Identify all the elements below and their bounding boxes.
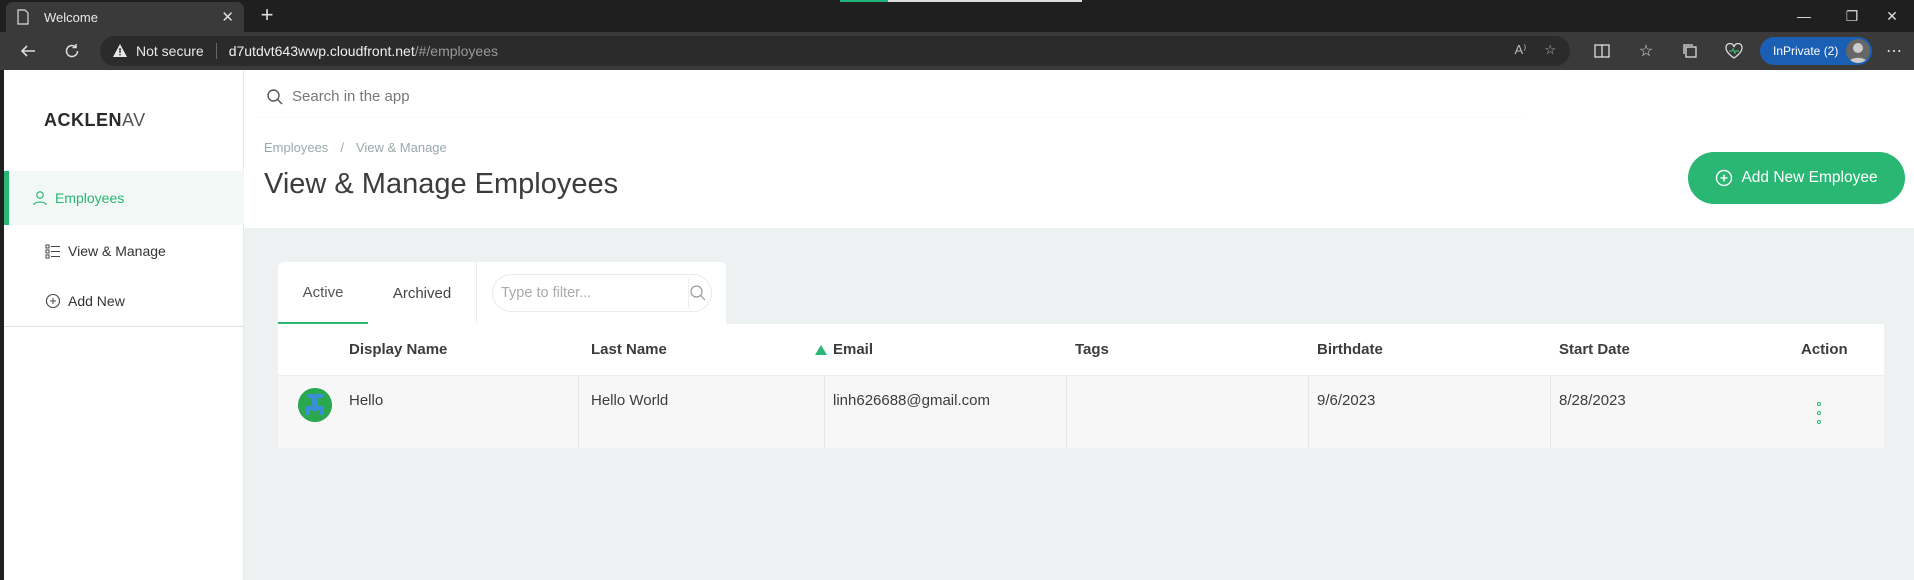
app-window: ACKLENAV Employees View & Manage Add New xyxy=(4,70,1914,580)
url-host: d7utdvt643wwp.cloudfront.net xyxy=(228,43,415,59)
filter-input[interactable] xyxy=(501,285,688,301)
breadcrumb-separator: / xyxy=(340,140,344,155)
url-path: /#/employees xyxy=(414,43,498,59)
column-header-birthdate[interactable]: Birthdate xyxy=(1317,341,1383,358)
new-tab-button[interactable]: + xyxy=(254,3,280,29)
cell-email: linh626688@gmail.com xyxy=(833,392,990,409)
read-aloud-icon[interactable]: A⁾ xyxy=(1514,42,1526,58)
back-button[interactable] xyxy=(12,36,44,66)
sidebar-item-add-new[interactable]: Add New xyxy=(4,274,244,328)
page-icon xyxy=(17,9,29,25)
user-icon xyxy=(31,189,49,207)
cell-last-name: Hello World xyxy=(591,392,669,409)
employees-table: Display Name Last Name Email Tags Birthd… xyxy=(278,324,1884,448)
inprivate-label: InPrivate (2) xyxy=(1773,44,1839,58)
sidebar-divider xyxy=(4,326,244,327)
loading-bar xyxy=(840,0,1082,2)
cell-start-date: 8/28/2023 xyxy=(1559,392,1626,409)
warning-icon xyxy=(113,44,127,57)
sidebar: ACKLENAV Employees View & Manage Add New xyxy=(4,70,244,580)
app-search-bar xyxy=(244,70,1914,130)
sort-ascending-icon[interactable] xyxy=(815,345,827,355)
plus-circle-icon xyxy=(44,292,62,310)
cell-birthdate: 9/6/2023 xyxy=(1317,392,1376,409)
cell-display-name: Hello xyxy=(349,392,384,409)
table-header: Display Name Last Name Email Tags Birthd… xyxy=(278,324,1884,376)
close-window-button[interactable]: ✕ xyxy=(1870,0,1914,32)
column-header-action: Action xyxy=(1801,341,1848,358)
sidebar-item-label: View & Manage xyxy=(68,243,166,259)
tab-archived[interactable]: Archived xyxy=(368,262,476,324)
browser-toolbar: Not secure d7utdvt643wwp.cloudfront.net /… xyxy=(0,32,1914,70)
refresh-button[interactable] xyxy=(56,36,88,66)
profile-avatar xyxy=(1846,39,1870,63)
tab-title: Welcome xyxy=(44,9,98,25)
favorite-star-icon[interactable]: ☆ xyxy=(1544,42,1556,58)
column-header-email[interactable]: Email xyxy=(833,341,873,358)
employee-avatar xyxy=(298,388,332,422)
close-tab-icon[interactable]: ✕ xyxy=(221,8,234,26)
restore-button[interactable]: ❐ xyxy=(1830,0,1874,32)
content-area: Active Archived Display Name Last Name E… xyxy=(244,228,1914,580)
app-search-input[interactable] xyxy=(292,88,1192,105)
inprivate-button[interactable]: InPrivate (2) xyxy=(1760,37,1872,65)
column-header-tags[interactable]: Tags xyxy=(1075,341,1109,358)
sidebar-item-employees[interactable]: Employees xyxy=(4,171,244,225)
split-screen-icon[interactable] xyxy=(1592,41,1612,61)
plus-circle-icon xyxy=(1716,169,1733,187)
list-icon xyxy=(44,242,62,260)
back-arrow-icon xyxy=(20,45,35,57)
tabs-card: Active Archived xyxy=(278,262,726,324)
filter-box xyxy=(492,274,712,312)
app-logo[interactable]: ACKLENAV xyxy=(44,110,147,131)
breadcrumb-view-manage: View & Manage xyxy=(355,140,447,155)
address-bar[interactable]: Not secure d7utdvt643wwp.cloudfront.net /… xyxy=(100,36,1570,66)
table-row[interactable]: Hello Hello World linh626688@gmail.com 9… xyxy=(278,376,1884,448)
sidebar-item-label: Add New xyxy=(68,293,125,309)
page-title: View & Manage Employees xyxy=(264,168,619,200)
breadcrumb-employees[interactable]: Employees xyxy=(264,140,328,155)
more-menu-icon[interactable]: ⋯ xyxy=(1884,41,1904,61)
column-header-display-name[interactable]: Display Name xyxy=(349,341,447,358)
row-actions-menu-icon[interactable] xyxy=(1814,402,1824,424)
refresh-icon xyxy=(65,44,79,58)
breadcrumb: Employees / View & Manage xyxy=(264,140,447,155)
security-label[interactable]: Not secure xyxy=(136,43,204,59)
add-new-employee-button[interactable]: Add New Employee xyxy=(1688,152,1905,204)
add-new-employee-label: Add New Employee xyxy=(1741,169,1878,186)
collections-icon[interactable] xyxy=(1680,41,1700,61)
browser-tab[interactable]: Welcome ✕ xyxy=(6,2,244,32)
browser-essentials-icon[interactable] xyxy=(1724,41,1744,61)
sidebar-item-label: Employees xyxy=(55,190,125,206)
column-header-last-name[interactable]: Last Name xyxy=(591,341,667,358)
search-icon xyxy=(267,88,283,104)
tab-active[interactable]: Active xyxy=(278,262,368,324)
favorites-icon[interactable]: ☆ xyxy=(1636,41,1656,61)
sidebar-item-view-manage[interactable]: View & Manage xyxy=(4,224,244,278)
minimize-button[interactable]: — xyxy=(1782,0,1826,32)
search-icon[interactable] xyxy=(688,278,707,308)
browser-tabbar: Welcome ✕ + — ❐ ✕ xyxy=(0,0,1914,32)
column-header-start-date[interactable]: Start Date xyxy=(1559,341,1630,358)
